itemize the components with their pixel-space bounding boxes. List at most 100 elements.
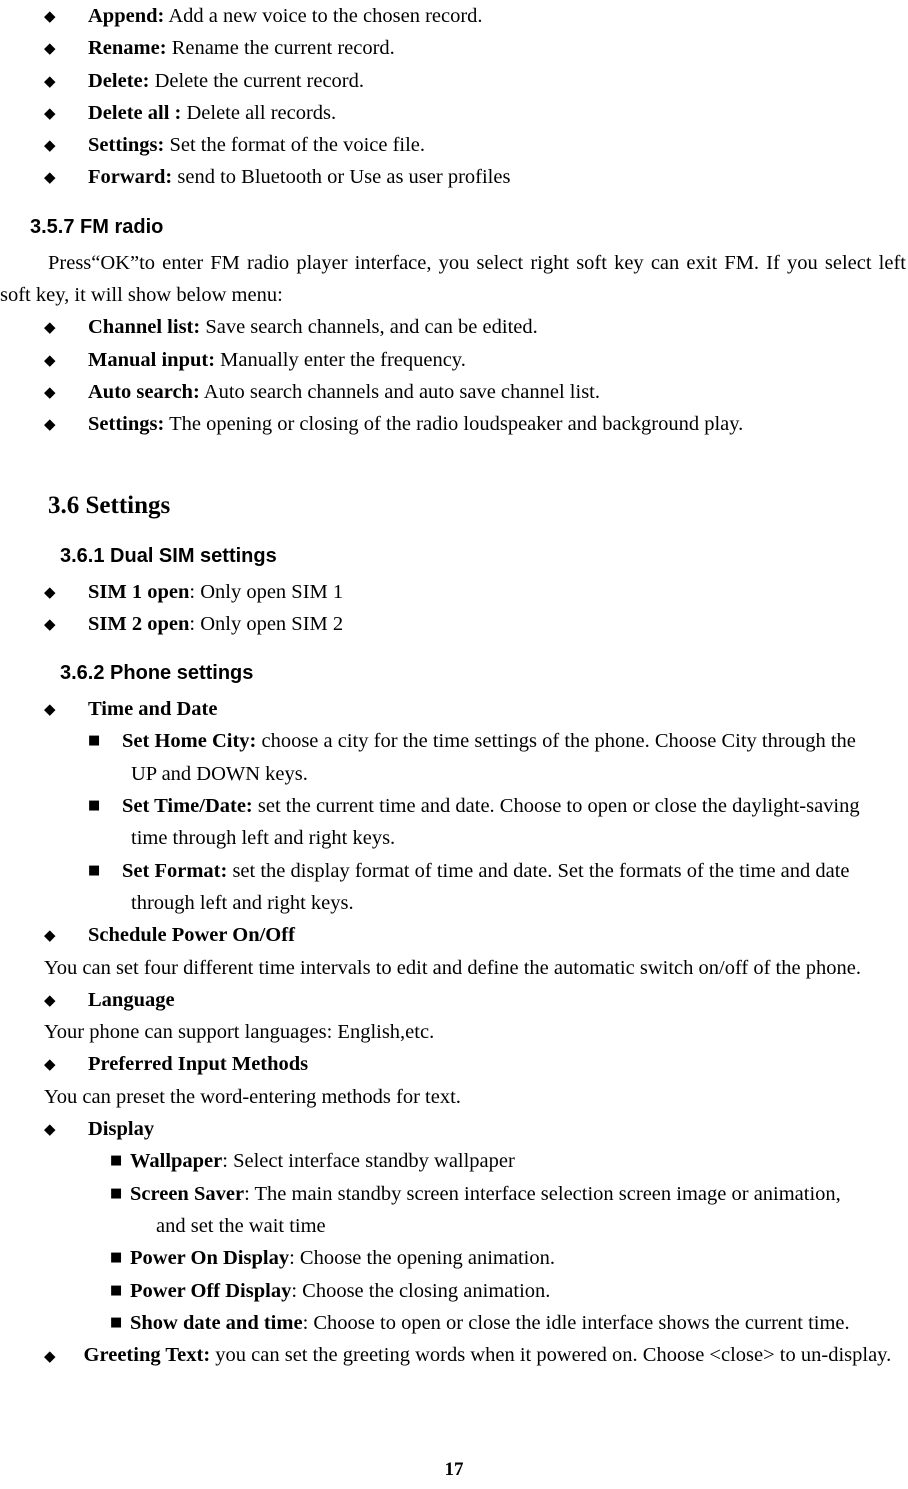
display-sub-list: ■ Wallpaper: Select interface standby wal…	[0, 1145, 908, 1339]
diamond-bullet-icon: ◆	[44, 990, 56, 1009]
sub-list-item-desc: : Choose the closing animation.	[291, 1279, 551, 1302]
time-and-date-sub-list: ■ Set Home City: choose a city for the ti…	[0, 725, 908, 919]
page-number: 17	[444, 1459, 464, 1480]
square-bullet-icon: ■	[88, 862, 101, 878]
list-item-term: Display	[88, 1118, 155, 1141]
list-item-desc: send to Bluetooth or Use as user profile…	[172, 166, 511, 189]
square-bullet-icon: ■	[110, 1314, 123, 1330]
sub-list-item-term: Set Home City:	[122, 730, 257, 753]
diamond-bullet-icon: ◆	[44, 168, 56, 187]
list-item-desc: Delete the current record.	[149, 69, 365, 92]
list-item-desc: : Only open SIM 1	[189, 580, 344, 603]
list-item-desc: Set the format of the voice file.	[164, 134, 426, 157]
sub-list-item-term: Set Format:	[122, 859, 228, 882]
sub-list-item: ■ Wallpaper: Select interface standby wal…	[0, 1145, 908, 1177]
list-item-term: Channel list:	[88, 316, 201, 339]
list-item: ◆ Manual input: Manually enter the freque…	[0, 344, 908, 376]
list-item-time-and-date: ◆ Time and Date	[0, 693, 908, 725]
sub-list-item: ■ Set Format: set the display format of t…	[0, 855, 908, 920]
square-bullet-icon: ■	[110, 1153, 123, 1169]
list-item-term: Greeting Text:	[83, 1344, 211, 1367]
list-item: ◆ Settings: Set the format of the voice f…	[0, 129, 908, 161]
square-bullet-icon: ■	[110, 1282, 123, 1298]
list-item: ◆ Settings: The opening or closing of the…	[0, 408, 908, 440]
diamond-bullet-icon: ◆	[44, 614, 56, 633]
sub-list-item: ■ Show date and time: Choose to open or c…	[0, 1307, 908, 1339]
list-item-term: Delete all :	[88, 101, 182, 124]
list-item: ◆ Forward: send to Bluetooth or Use as us…	[0, 161, 908, 193]
sub-list-item-desc: choose a city for the time settings of t…	[256, 730, 856, 753]
diamond-bullet-icon: ◆	[44, 103, 56, 122]
diamond-bullet-icon: ◆	[44, 582, 56, 601]
diamond-bullet-icon: ◆	[44, 1347, 56, 1366]
diamond-bullet-icon: ◆	[44, 318, 56, 337]
voice-record-option-list: ◆ Append: Add a new voice to the chosen r…	[0, 0, 908, 194]
list-item-term: SIM 2 open	[88, 612, 190, 635]
list-item-greeting-text: ◆ Greeting Text: you can set the greeting…	[0, 1339, 908, 1372]
sub-list-item-desc: set the display format of time and date.…	[227, 859, 850, 882]
list-item-term: Schedule Power On/Off	[88, 924, 295, 947]
list-item-display: ◆ Display	[0, 1113, 908, 1145]
sub-list-item: ■ Power Off Display: Choose the closing a…	[0, 1275, 908, 1307]
input-methods-body: You can preset the word-entering methods…	[44, 1085, 461, 1108]
diamond-bullet-icon: ◆	[44, 415, 56, 434]
diamond-bullet-icon: ◆	[44, 39, 56, 58]
sub-list-item-term: Show date and time	[130, 1311, 303, 1334]
list-item-desc: Auto search channels and auto save chann…	[199, 380, 600, 403]
fm-radio-option-list: ◆ Channel list: Save search channels, and…	[0, 311, 908, 440]
square-bullet-icon: ■	[110, 1250, 123, 1266]
list-item-term: Preferred Input Methods	[88, 1053, 309, 1076]
fm-radio-intro-paragraph: Press“OK”to enter FM radio player interf…	[0, 251, 906, 307]
list-item: ◆ Append: Add a new voice to the chosen r…	[0, 0, 908, 32]
list-item: ◆ Rename: Rename the current record.	[0, 32, 908, 64]
list-item-desc: Add a new voice to the chosen record.	[164, 5, 483, 27]
list-item-desc: Save search channels, and can be edited.	[200, 316, 538, 339]
square-bullet-icon: ■	[110, 1185, 123, 1201]
diamond-bullet-icon: ◆	[44, 926, 56, 945]
diamond-bullet-icon: ◆	[44, 1055, 56, 1074]
list-item-schedule-power: ◆ Schedule Power On/Off	[0, 919, 908, 951]
sub-list-item: ■ Set Time/Date: set the current time and…	[0, 790, 908, 855]
list-item-input-methods: ◆ Preferred Input Methods	[0, 1048, 908, 1080]
document-page: ◆ Append: Add a new voice to the chosen r…	[0, 0, 908, 1489]
list-item-term: Append:	[88, 5, 165, 27]
diamond-bullet-icon: ◆	[44, 1120, 56, 1139]
sub-list-item: ■ Screen Saver: The main standby screen i…	[0, 1178, 908, 1243]
list-item: ◆ Channel list: Save search channels, and…	[0, 311, 908, 343]
heading-settings: 3.6 Settings	[48, 491, 171, 519]
sub-list-item: ■ Power On Display: Choose the opening an…	[0, 1242, 908, 1274]
square-bullet-icon: ■	[88, 798, 101, 814]
list-item-desc: Rename the current record.	[166, 37, 395, 60]
diamond-bullet-icon: ◆	[44, 136, 56, 155]
diamond-bullet-icon: ◆	[44, 700, 56, 719]
heading-dual-sim-settings: 3.6.1 Dual SIM settings	[60, 544, 277, 567]
list-item-term: Time and Date	[88, 698, 218, 721]
heading-spacer	[0, 523, 908, 541]
list-item-desc: The opening or closing of the radio loud…	[164, 413, 744, 436]
sub-list-item-wrap: time through left and right keys.	[131, 827, 396, 850]
list-item-term: Language	[88, 988, 175, 1011]
sub-list-item-wrap: UP and DOWN keys.	[131, 762, 308, 785]
list-item-term: SIM 1 open	[88, 580, 190, 603]
sub-list-item-term: Screen Saver	[130, 1182, 245, 1205]
dual-sim-option-list: ◆ SIM 1 open: Only open SIM 1 ◆ SIM 2 open…	[0, 576, 908, 641]
sub-list-item-desc: : Choose to open or close the idle inter…	[302, 1311, 850, 1334]
list-item-term: Settings:	[88, 134, 165, 157]
diamond-bullet-icon: ◆	[44, 7, 56, 25]
list-item-term: Rename:	[88, 37, 167, 60]
list-item-desc: Delete all records.	[181, 101, 337, 124]
list-item-desc: Manually enter the frequency.	[215, 348, 466, 371]
list-item-term: Auto search:	[88, 380, 200, 403]
sub-list-item-term: Power On Display	[130, 1247, 290, 1270]
schedule-power-body: You can set four different time interval…	[44, 956, 861, 979]
square-bullet-icon: ■	[88, 733, 101, 749]
sub-list-item-wrap: and set the wait time	[156, 1214, 326, 1237]
list-item: ◆ SIM 2 open: Only open SIM 2	[0, 608, 908, 640]
list-item-language: ◆ Language	[0, 984, 908, 1016]
sub-list-item-term: Wallpaper	[130, 1150, 223, 1173]
diamond-bullet-icon: ◆	[44, 71, 56, 90]
